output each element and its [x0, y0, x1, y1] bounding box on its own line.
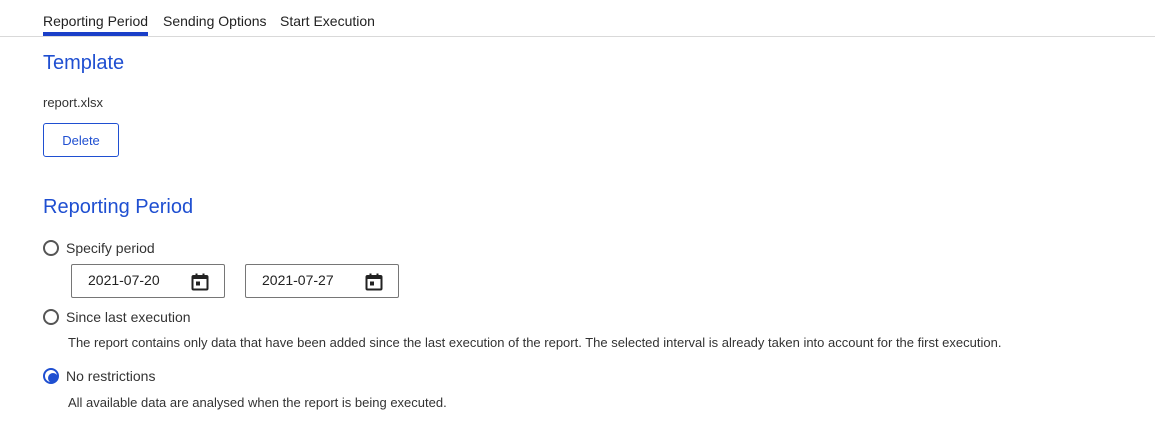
report-settings-page: Reporting Period Sending Options Start E…: [0, 0, 1155, 439]
end-date-field[interactable]: [245, 264, 399, 298]
radio-label: Specify period: [66, 240, 155, 256]
reporting-period-heading: Reporting Period: [43, 196, 194, 218]
radio-label: No restrictions: [66, 368, 156, 384]
start-date-input[interactable]: [88, 272, 188, 288]
radio-specify-period[interactable]: Specify period: [43, 237, 155, 259]
no-restrictions-description: All available data are analysed when the…: [68, 395, 447, 410]
template-heading: Template: [43, 52, 125, 74]
tab-start-execution[interactable]: Start Execution: [280, 13, 375, 29]
tab-bar: Reporting Period Sending Options Start E…: [0, 0, 1155, 37]
template-filename: report.xlsx: [43, 95, 103, 110]
radio-button[interactable]: [43, 240, 59, 256]
since-last-execution-description: The report contains only data that have …: [68, 335, 1002, 350]
radio-label: Since last execution: [66, 309, 191, 325]
tab-reporting-period[interactable]: Reporting Period: [43, 13, 149, 36]
end-date-input[interactable]: [262, 272, 362, 288]
delete-button[interactable]: Delete: [43, 123, 119, 157]
radio-no-restrictions[interactable]: No restrictions: [43, 365, 155, 387]
tab-sending-options[interactable]: Sending Options: [163, 13, 267, 29]
radio-since-last-execution[interactable]: Since last execution: [43, 306, 191, 328]
calendar-icon[interactable]: [365, 273, 383, 291]
radio-button-checked[interactable]: [43, 368, 59, 384]
start-date-field[interactable]: [71, 264, 225, 298]
calendar-icon[interactable]: [191, 273, 209, 291]
radio-button[interactable]: [43, 309, 59, 325]
